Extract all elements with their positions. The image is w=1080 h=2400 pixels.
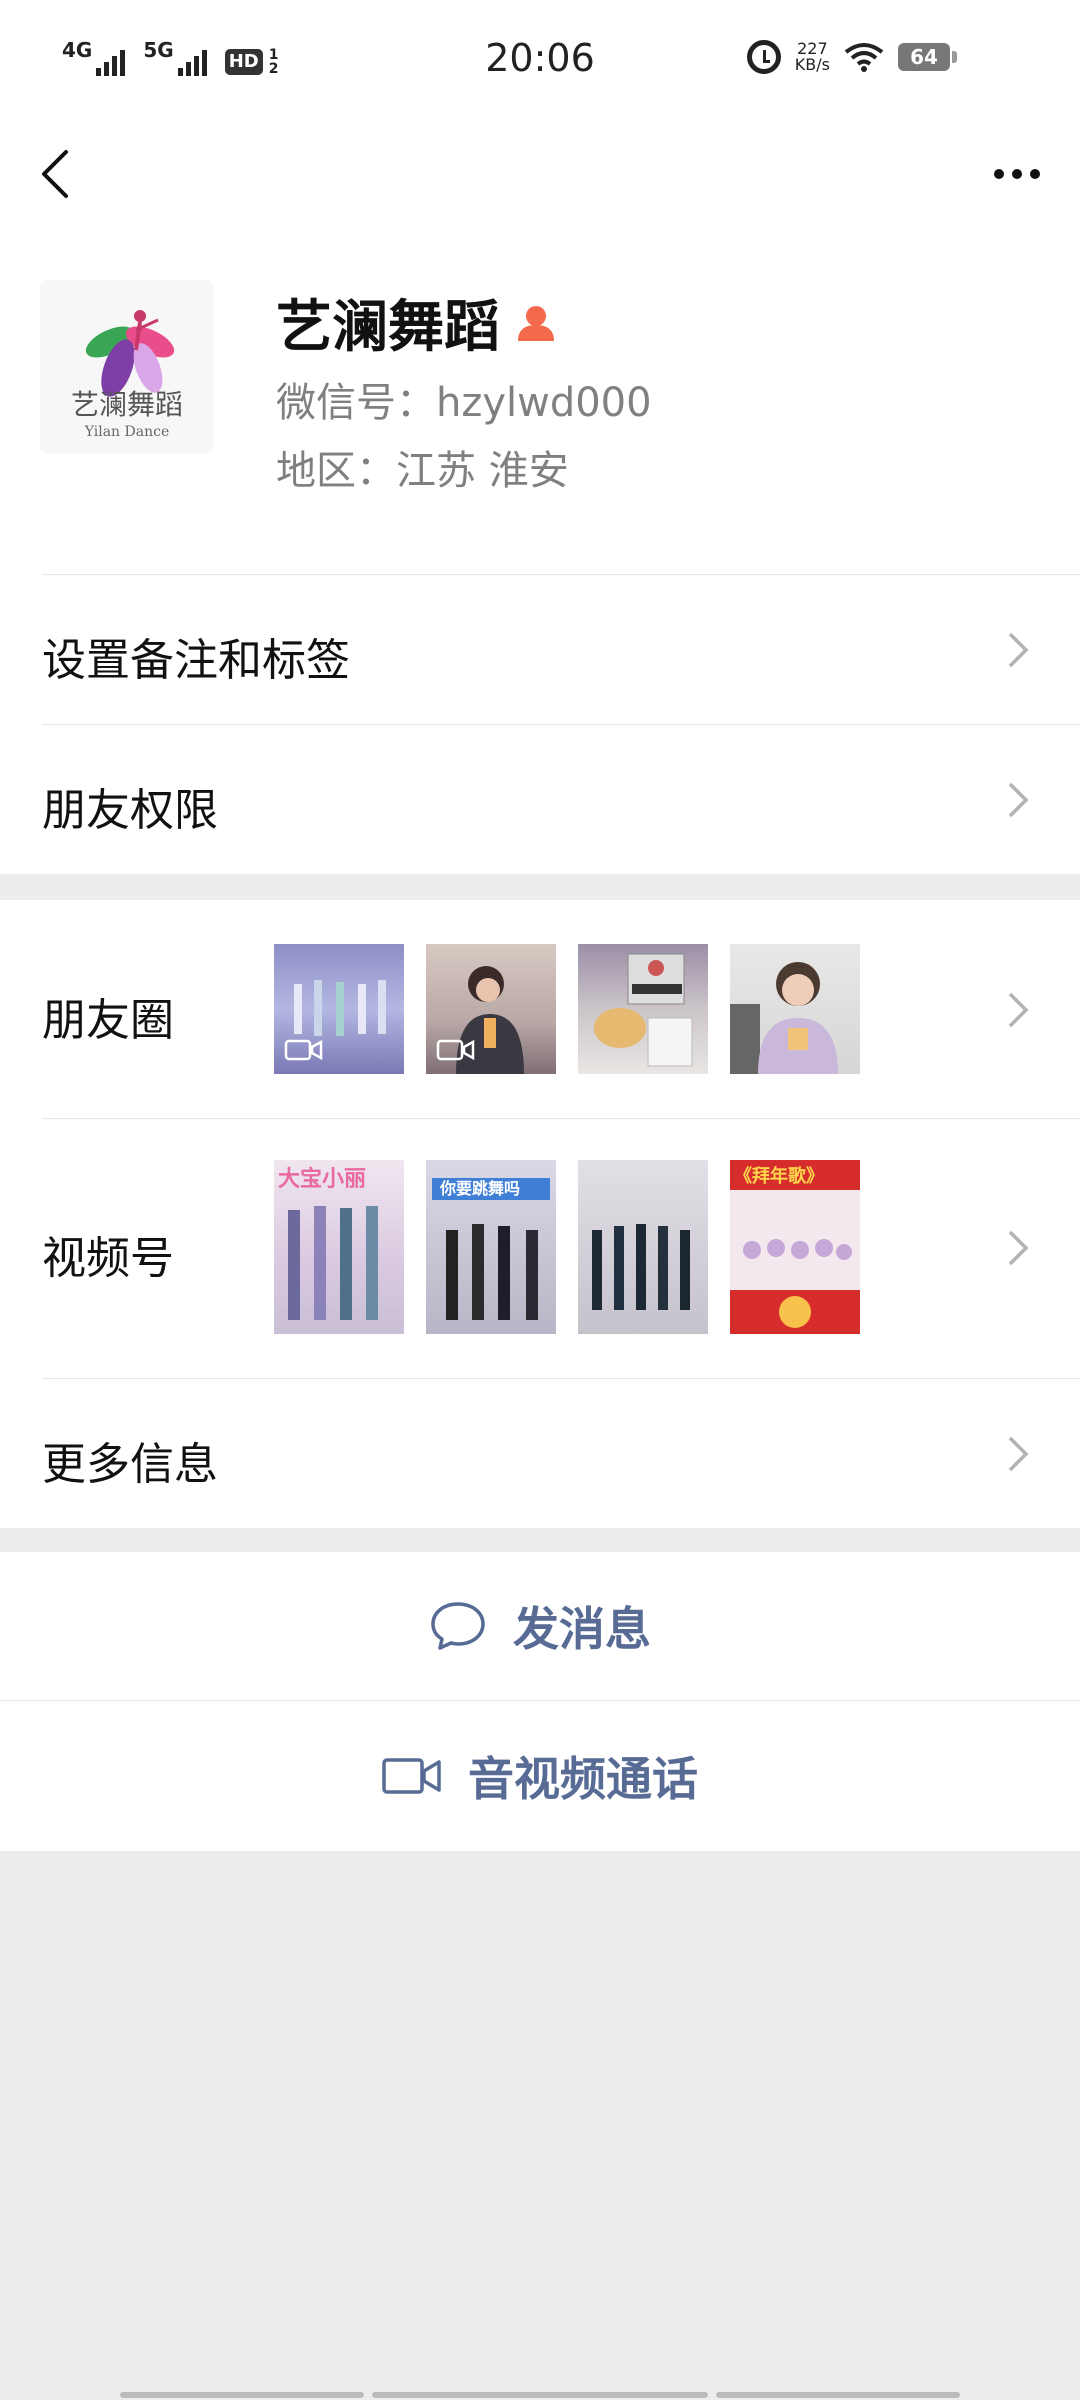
profile-header: 艺澜舞蹈 Yilan Dance 艺澜舞蹈 微信号：hzylwd000 地区：江… bbox=[0, 224, 1080, 574]
video-icon bbox=[436, 1039, 475, 1061]
ellipsis-dot bbox=[994, 169, 1004, 179]
send-message-button[interactable]: 发消息 bbox=[0, 1552, 1080, 1700]
more-info-row[interactable]: 更多信息 bbox=[0, 1378, 1080, 1528]
channel-thumbnail[interactable] bbox=[578, 1160, 708, 1334]
back-button[interactable] bbox=[30, 144, 90, 204]
friend-permissions-label: 朋友权限 bbox=[42, 785, 218, 836]
battery-icon: 64 bbox=[898, 43, 957, 71]
channel-cover-text: 《拜年歌》 bbox=[734, 1165, 824, 1187]
wifi-icon bbox=[844, 43, 884, 72]
wechat-id: 微信号：hzylwd000 bbox=[276, 380, 652, 426]
channels-label: 视频号 bbox=[42, 1233, 174, 1284]
remark-tags-label: 设置备注和标签 bbox=[42, 635, 350, 686]
official-account-person-icon bbox=[518, 305, 554, 341]
video-call-button[interactable]: 音视频通话 bbox=[0, 1701, 1080, 1851]
video-call-label: 音视频通话 bbox=[468, 1752, 698, 1806]
kids-dance-video-cover: 《拜年歌》 bbox=[730, 1160, 860, 1334]
moments-thumbnail[interactable] bbox=[274, 944, 404, 1074]
avatar[interactable]: 艺澜舞蹈 Yilan Dance bbox=[40, 280, 214, 454]
channel-cover-text: 大宝小丽 bbox=[278, 1166, 366, 1192]
moments-thumbnail[interactable] bbox=[426, 944, 556, 1074]
channels-row[interactable]: 视频号 大宝小丽 你要跳舞吗 《拜年歌》 bbox=[0, 1118, 1080, 1378]
moments-thumbnails bbox=[274, 944, 860, 1074]
gesture-bar bbox=[0, 2392, 1080, 2400]
name-row: 艺澜舞蹈 bbox=[276, 282, 558, 363]
chevron-right-icon bbox=[1008, 992, 1029, 1028]
moments-row[interactable]: 朋友圈 bbox=[0, 900, 1080, 1118]
channels-thumbnails: 大宝小丽 你要跳舞吗 《拜年歌》 bbox=[274, 1160, 860, 1334]
gesture-segment bbox=[716, 2392, 960, 2398]
moments-thumbnail[interactable] bbox=[730, 944, 860, 1074]
settings-section: 设置备注和标签 朋友权限 bbox=[0, 574, 1080, 874]
channel-thumbnail[interactable]: 你要跳舞吗 bbox=[426, 1160, 556, 1334]
chevron-left-icon bbox=[42, 150, 68, 198]
more-button[interactable] bbox=[982, 144, 1052, 204]
friend-permissions-row[interactable]: 朋友权限 bbox=[0, 724, 1080, 874]
food-photo bbox=[594, 953, 693, 1067]
status-bar: 4G 5G HD 1 2 20:06 227 KB/s 64 bbox=[0, 0, 1080, 124]
more-info-label: 更多信息 bbox=[42, 1439, 218, 1490]
avatar-subtext: Yilan Dance bbox=[84, 424, 169, 440]
ellipsis-dot bbox=[1030, 169, 1040, 179]
region: 地区：江苏 淮安 bbox=[276, 448, 569, 494]
channel-cover-text: 你要跳舞吗 bbox=[439, 1179, 520, 1198]
gesture-segment bbox=[372, 2392, 708, 2398]
chat-bubble-icon bbox=[431, 1602, 485, 1650]
moments-thumbnail[interactable] bbox=[578, 944, 708, 1074]
dancers-video-cover: 大宝小丽 bbox=[278, 1166, 378, 1320]
channel-thumbnail[interactable]: 《拜年歌》 bbox=[730, 1160, 860, 1334]
contact-name: 艺澜舞蹈 bbox=[276, 295, 500, 360]
video-icon bbox=[284, 1039, 323, 1061]
status-right: 227 KB/s 64 bbox=[746, 40, 957, 74]
network-speed: 227 KB/s bbox=[795, 41, 830, 73]
speed-unit: KB/s bbox=[794, 55, 830, 74]
alarm-icon bbox=[746, 40, 781, 74]
dancers-video-cover: 你要跳舞吗 bbox=[432, 1178, 550, 1320]
gesture-segment bbox=[120, 2392, 364, 2398]
nav-bar bbox=[0, 124, 1080, 224]
content-section: 朋友圈 视频号 大宝小丽 你要跳舞吗 《拜年歌》 更多信息 bbox=[0, 900, 1080, 1528]
dancers-video-cover bbox=[592, 1224, 690, 1310]
moments-label: 朋友圈 bbox=[42, 995, 174, 1046]
child-photo bbox=[730, 962, 838, 1074]
dance-logo-icon: 艺澜舞蹈 Yilan Dance bbox=[40, 280, 214, 454]
avatar-text: 艺澜舞蹈 bbox=[71, 388, 183, 421]
chevron-right-icon bbox=[1008, 1230, 1029, 1266]
chevron-right-icon bbox=[1008, 782, 1029, 818]
ellipsis-dot bbox=[1012, 169, 1022, 179]
chevron-right-icon bbox=[1008, 632, 1029, 668]
video-camera-icon bbox=[382, 1758, 441, 1794]
chevron-right-icon bbox=[1008, 1436, 1029, 1472]
channel-thumbnail[interactable]: 大宝小丽 bbox=[274, 1160, 404, 1334]
remark-tags-row[interactable]: 设置备注和标签 bbox=[0, 574, 1080, 724]
send-message-label: 发消息 bbox=[513, 1602, 651, 1656]
